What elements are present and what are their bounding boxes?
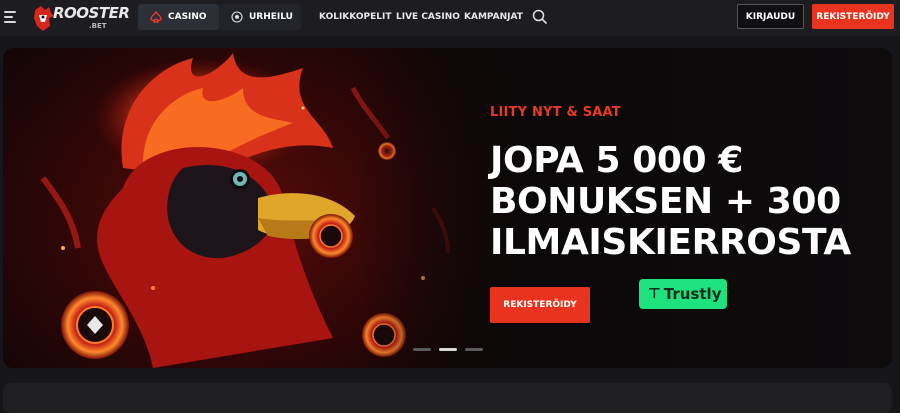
tab-casino[interactable]: CASINO	[138, 4, 219, 30]
content-section-top	[3, 383, 892, 413]
carousel-dot-active[interactable]	[439, 348, 457, 351]
soccer-ball-icon	[231, 11, 243, 23]
nav-kolikkopelit[interactable]: KOLIKKOPELIT	[319, 12, 391, 22]
promo-eyebrow: LIITY NYT & SAAT	[490, 105, 621, 120]
nav-live-casino[interactable]: LIVE CASINO	[396, 12, 460, 22]
rooster-logo[interactable]: ROOSTER .BET	[31, 2, 130, 34]
register-button[interactable]: REKISTERÖIDY	[812, 4, 894, 29]
carousel-dot[interactable]	[465, 348, 483, 351]
top-navigation-bar: ROOSTER .BET CASINO URHEILU KOLIKKOPELIT…	[0, 0, 900, 36]
hero-banner[interactable]: LIITY NYT & SAAT JOPA 5 000 € BONUKSEN +…	[3, 48, 892, 368]
carousel-indicators	[413, 348, 483, 351]
logo-wordmark: ROOSTER	[53, 4, 130, 22]
login-button[interactable]: KIRJAUDU	[737, 4, 804, 29]
search-icon[interactable]	[532, 9, 547, 24]
tab-urheilu[interactable]: URHEILU	[219, 4, 301, 30]
trustly-label: Trustly	[663, 285, 722, 303]
logo-domain: .BET	[89, 22, 107, 30]
headline-line: JOPA 5 000 €	[490, 140, 743, 181]
trustly-icon: ⊤	[648, 286, 661, 302]
tab-urheilu-label: URHEILU	[249, 12, 293, 22]
menu-icon[interactable]	[4, 11, 18, 23]
promo-headline: JOPA 5 000 € BONUKSEN + 300 ILMAISKIERRO…	[490, 140, 851, 263]
nav-kampanjat[interactable]: KAMPANJAT	[464, 12, 523, 22]
headline-line: BONUKSEN + 300	[490, 181, 841, 222]
rooster-head-icon	[34, 6, 54, 31]
tab-casino-label: CASINO	[168, 12, 207, 22]
spade-icon	[150, 11, 162, 23]
trustly-badge: ⊤ Trustly	[639, 279, 727, 309]
banner-register-button[interactable]: REKISTERÖIDY	[490, 287, 590, 323]
carousel-dot[interactable]	[413, 348, 431, 351]
headline-line: ILMAISKIERROSTA	[490, 222, 851, 263]
